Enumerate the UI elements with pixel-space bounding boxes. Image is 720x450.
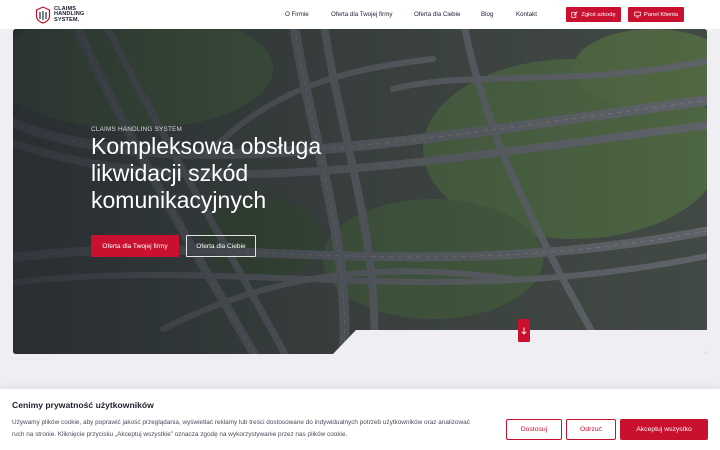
logo[interactable]: CLAIMS HANDLING SYSTEM.: [35, 6, 84, 24]
offer-business-button[interactable]: Oferta dla Twojej firmy: [91, 235, 179, 257]
logo-icon: [35, 6, 51, 24]
cookie-banner: Cenimy prywatność użytkowników Używamy p…: [0, 389, 720, 450]
hero-headline: Kompleksowa obsługa likwidacji szkód kom…: [91, 133, 391, 214]
monitor-icon: [634, 11, 641, 18]
cookie-accept-button[interactable]: Akceptuj wszystko: [620, 419, 708, 440]
cookie-customize-button[interactable]: Dostosuj: [506, 419, 562, 440]
hero-headline-line-2: likwidacji szkód: [91, 160, 249, 186]
edit-icon: [571, 11, 579, 18]
client-panel-label: Panel Klienta: [643, 11, 679, 18]
hero-headline-line-1: Kompleksowa obsługa: [91, 133, 322, 159]
logo-line-3: SYSTEM.: [54, 16, 80, 23]
nav-about[interactable]: O Firmie: [285, 11, 309, 18]
hero-headline-line-3: komunikacyjnych: [91, 187, 267, 213]
site-header: CLAIMS HANDLING SYSTEM. O Firmie Oferta …: [0, 0, 720, 29]
report-damage-button[interactable]: Zgłoś szkodę: [566, 7, 621, 22]
nav-offer-business[interactable]: Oferta dla Twojej firmy: [331, 11, 392, 18]
cookie-title: Cenimy prywatność użytkowników: [12, 400, 154, 410]
cookie-text: Używamy plików cookie, aby poprawić jako…: [12, 419, 470, 438]
scroll-down-button[interactable]: [518, 319, 530, 342]
nav-blog[interactable]: Blog: [481, 11, 493, 18]
arrow-down-icon: [521, 327, 527, 335]
nav-contact[interactable]: Kontakt: [516, 11, 537, 18]
nav-offer-personal[interactable]: Oferta dla Ciebie: [414, 11, 460, 18]
hero-eyebrow: CLAIMS HANDLING SYSTEM: [91, 126, 183, 133]
hero-section: CLAIMS HANDLING SYSTEM Kompleksowa obsłu…: [13, 29, 707, 354]
client-panel-button[interactable]: Panel Klienta: [628, 7, 684, 22]
report-damage-label: Zgłoś szkodę: [581, 11, 616, 18]
cookie-reject-button[interactable]: Odrzuć: [566, 419, 616, 440]
logo-text: CLAIMS HANDLING SYSTEM.: [54, 6, 84, 24]
offer-personal-button[interactable]: Oferta dla Ciebie: [186, 235, 256, 257]
